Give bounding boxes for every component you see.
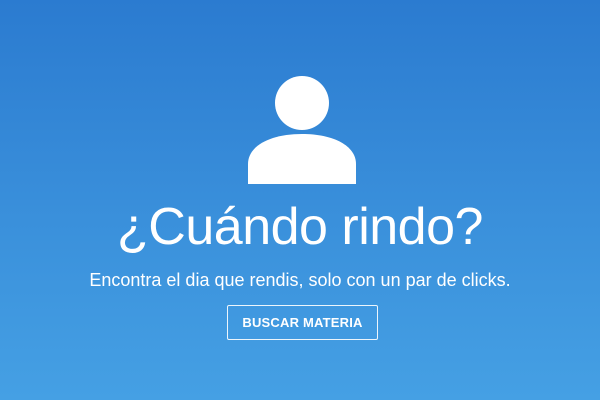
hero-section: ¿Cuándo rindo? Encontra el dia que rendi… (0, 0, 600, 400)
search-subject-button[interactable]: BUSCAR MATERIA (227, 305, 378, 340)
page-subtitle: Encontra el dia que rendis, solo con un … (89, 270, 511, 290)
user-icon (248, 76, 358, 184)
page-title: ¿Cuándo rindo? (117, 198, 483, 256)
